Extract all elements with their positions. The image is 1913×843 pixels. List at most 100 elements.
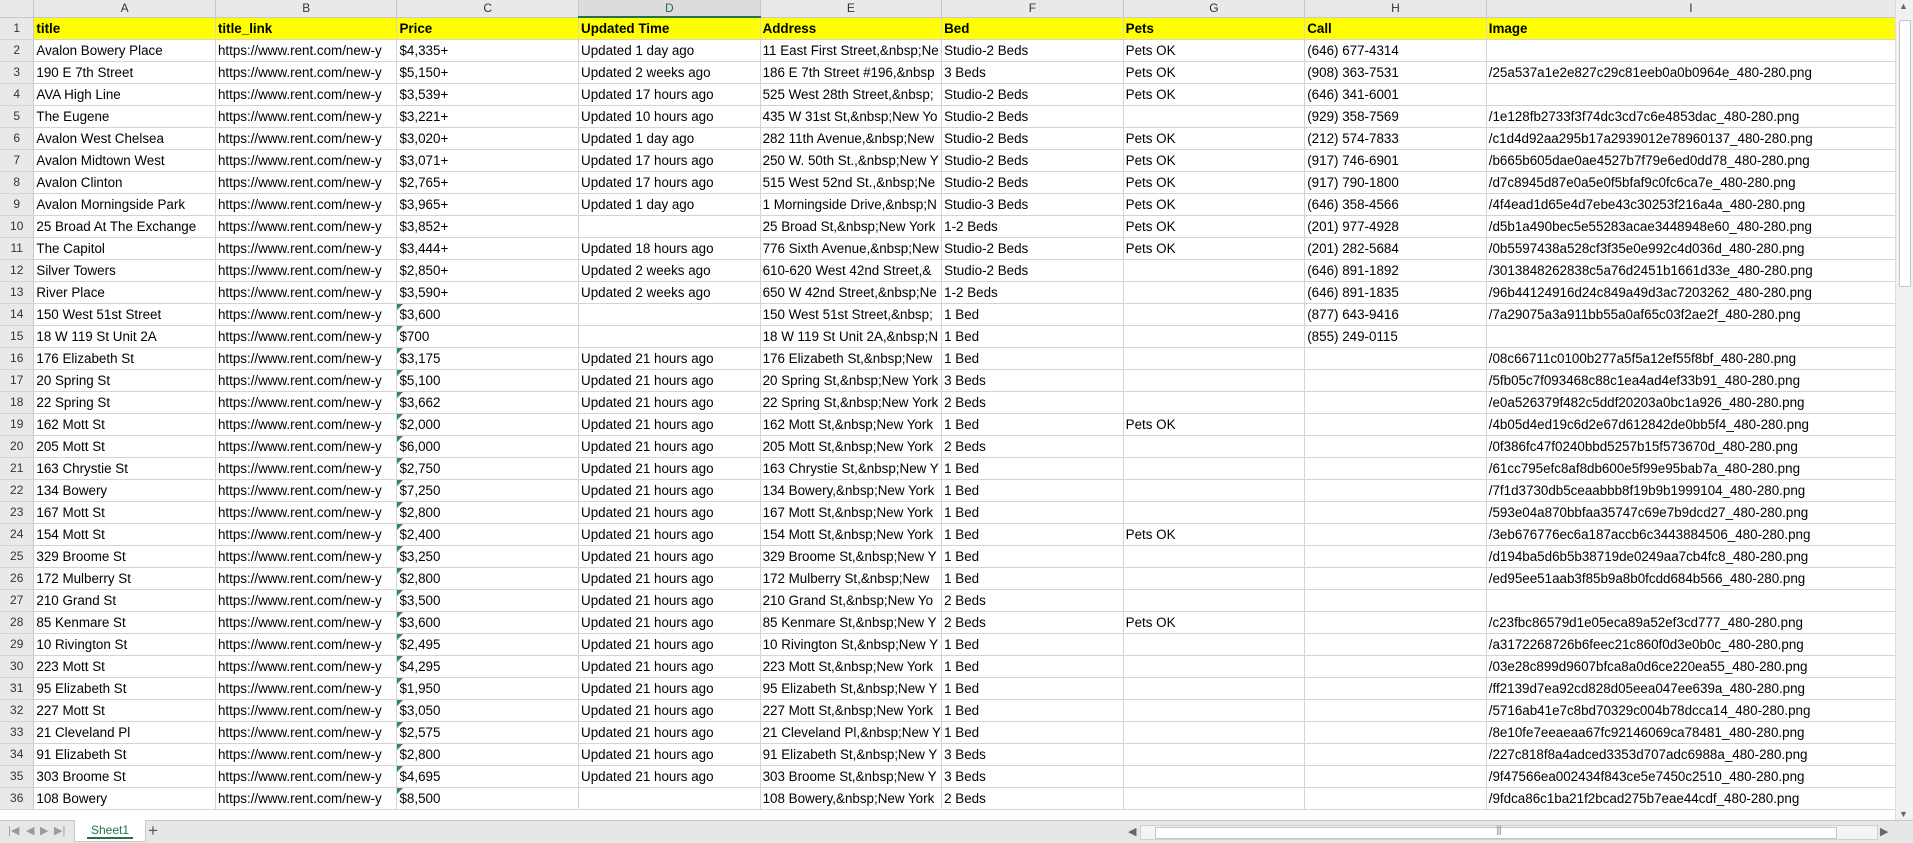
price-cell[interactable]: $3,071+ [396, 149, 580, 172]
title-cell[interactable]: The Eugene [33, 105, 216, 128]
call-cell[interactable] [1304, 545, 1487, 568]
title-cell[interactable]: 227 Mott St [33, 699, 216, 722]
price-cell[interactable]: $2,000 [396, 413, 580, 436]
updated-cell[interactable] [578, 215, 761, 238]
title-cell[interactable]: 134 Bowery [33, 479, 216, 502]
image-cell[interactable]: /96b44124916d24c849a49d3ac7203262_480-28… [1486, 281, 1897, 304]
call-cell[interactable] [1304, 721, 1487, 744]
title-cell[interactable]: 22 Spring St [33, 391, 216, 414]
title-cell[interactable]: River Place [33, 281, 216, 304]
bed-cell[interactable]: Studio-2 Beds [941, 237, 1124, 260]
title-cell[interactable]: 95 Elizabeth St [33, 677, 216, 700]
row-number[interactable]: 3 [0, 61, 35, 84]
row-number[interactable]: 35 [0, 765, 35, 788]
price-cell[interactable]: $3,590+ [396, 281, 580, 304]
price-cell[interactable]: $4,695 [396, 765, 580, 788]
title-cell[interactable]: 303 Broome St [33, 765, 216, 788]
row-number[interactable]: 30 [0, 655, 35, 678]
column-header[interactable]: G [1123, 0, 1306, 18]
link-cell[interactable]: https://www.rent.com/new-y [215, 171, 398, 194]
updated-cell[interactable]: Updated 1 day ago [578, 39, 761, 62]
header-cell[interactable]: Updated Time [578, 17, 761, 40]
pets-cell[interactable] [1123, 303, 1306, 326]
updated-cell[interactable]: Updated 21 hours ago [578, 765, 761, 788]
title-cell[interactable]: 20 Spring St [33, 369, 216, 392]
scroll-up-icon[interactable]: ▲ [1899, 1, 1908, 11]
row-number[interactable]: 27 [0, 589, 35, 612]
link-cell[interactable]: https://www.rent.com/new-y [215, 259, 398, 282]
image-cell[interactable]: /4b05d4ed19c6d2e67d612842de0bb5f4_480-28… [1486, 413, 1897, 436]
pets-cell[interactable] [1123, 699, 1306, 722]
updated-cell[interactable] [578, 325, 761, 348]
bed-cell[interactable]: Studio-2 Beds [941, 171, 1124, 194]
price-cell[interactable]: $5,150+ [396, 61, 580, 84]
bed-cell[interactable]: 2 Beds [941, 435, 1124, 458]
title-cell[interactable]: 154 Mott St [33, 523, 216, 546]
pets-cell[interactable] [1123, 655, 1306, 678]
image-cell[interactable] [1486, 39, 1897, 62]
pets-cell[interactable]: Pets OK [1123, 127, 1306, 150]
bed-cell[interactable]: 1 Bed [941, 699, 1124, 722]
call-cell[interactable] [1304, 787, 1487, 810]
bed-cell[interactable]: 1-2 Beds [941, 281, 1124, 304]
pets-cell[interactable] [1123, 721, 1306, 744]
bed-cell[interactable]: 1 Bed [941, 325, 1124, 348]
row-number[interactable]: 6 [0, 127, 35, 150]
image-cell[interactable]: /3eb676776ec6a187accb6c3443884506_480-28… [1486, 523, 1897, 546]
link-cell[interactable]: https://www.rent.com/new-y [215, 391, 398, 414]
updated-cell[interactable]: Updated 21 hours ago [578, 589, 761, 612]
call-cell[interactable]: (908) 363-7531 [1304, 61, 1487, 84]
title-cell[interactable]: 91 Elizabeth St [33, 743, 216, 766]
address-cell[interactable]: 250 W. 50th St.,&nbsp;New Y [760, 149, 943, 172]
link-cell[interactable]: https://www.rent.com/new-y [215, 303, 398, 326]
column-header[interactable]: F [941, 0, 1124, 18]
updated-cell[interactable] [578, 303, 761, 326]
horizontal-scroll-thumb[interactable]: ||| [1155, 825, 1837, 839]
row-number[interactable]: 34 [0, 743, 35, 766]
price-cell[interactable]: $7,250 [396, 479, 580, 502]
image-cell[interactable]: /d7c8945d87e0a5e0f5bfaf9c0fc6ca7e_480-28… [1486, 171, 1897, 194]
pets-cell[interactable]: Pets OK [1123, 61, 1306, 84]
price-cell[interactable]: $3,250 [396, 545, 580, 568]
price-cell[interactable]: $3,500 [396, 589, 580, 612]
address-cell[interactable]: 303 Broome St,&nbsp;New Y [760, 765, 943, 788]
link-cell[interactable]: https://www.rent.com/new-y [215, 127, 398, 150]
address-cell[interactable]: 11 East First Street,&nbsp;Ne [760, 39, 943, 62]
pets-cell[interactable] [1123, 677, 1306, 700]
call-cell[interactable] [1304, 435, 1487, 458]
row-number[interactable]: 32 [0, 699, 35, 722]
pets-cell[interactable] [1123, 743, 1306, 766]
link-cell[interactable]: https://www.rent.com/new-y [215, 457, 398, 480]
header-cell[interactable]: Image [1486, 17, 1897, 40]
title-cell[interactable]: 162 Mott St [33, 413, 216, 436]
bed-cell[interactable]: 2 Beds [941, 787, 1124, 810]
address-cell[interactable]: 21 Cleveland Pl,&nbsp;New Y [760, 721, 943, 744]
updated-cell[interactable]: Updated 21 hours ago [578, 413, 761, 436]
updated-cell[interactable]: Updated 21 hours ago [578, 721, 761, 744]
address-cell[interactable]: 176 Elizabeth St,&nbsp;New [760, 347, 943, 370]
row-number[interactable]: 23 [0, 501, 35, 524]
row-number[interactable]: 19 [0, 413, 35, 436]
link-cell[interactable]: https://www.rent.com/new-y [215, 743, 398, 766]
updated-cell[interactable]: Updated 1 day ago [578, 127, 761, 150]
column-header[interactable]: E [760, 0, 943, 18]
bed-cell[interactable]: 1 Bed [941, 545, 1124, 568]
row-number[interactable]: 16 [0, 347, 35, 370]
price-cell[interactable]: $3,539+ [396, 83, 580, 106]
call-cell[interactable]: (917) 790-1800 [1304, 171, 1487, 194]
pets-cell[interactable]: Pets OK [1123, 149, 1306, 172]
address-cell[interactable]: 223 Mott St,&nbsp;New York [760, 655, 943, 678]
row-number[interactable]: 1 [0, 17, 35, 40]
image-cell[interactable]: /61cc795efc8af8db600e5f99e95bab7a_480-28… [1486, 457, 1897, 480]
title-cell[interactable]: 172 Mulberry St [33, 567, 216, 590]
link-cell[interactable]: https://www.rent.com/new-y [215, 105, 398, 128]
updated-cell[interactable]: Updated 21 hours ago [578, 435, 761, 458]
price-cell[interactable]: $3,662 [396, 391, 580, 414]
call-cell[interactable]: (212) 574-7833 [1304, 127, 1487, 150]
pets-cell[interactable] [1123, 105, 1306, 128]
address-cell[interactable]: 1 Morningside Drive,&nbsp;N [760, 193, 943, 216]
pets-cell[interactable] [1123, 765, 1306, 788]
price-cell[interactable]: $2,850+ [396, 259, 580, 282]
address-cell[interactable]: 95 Elizabeth St,&nbsp;New Y [760, 677, 943, 700]
updated-cell[interactable]: Updated 21 hours ago [578, 567, 761, 590]
